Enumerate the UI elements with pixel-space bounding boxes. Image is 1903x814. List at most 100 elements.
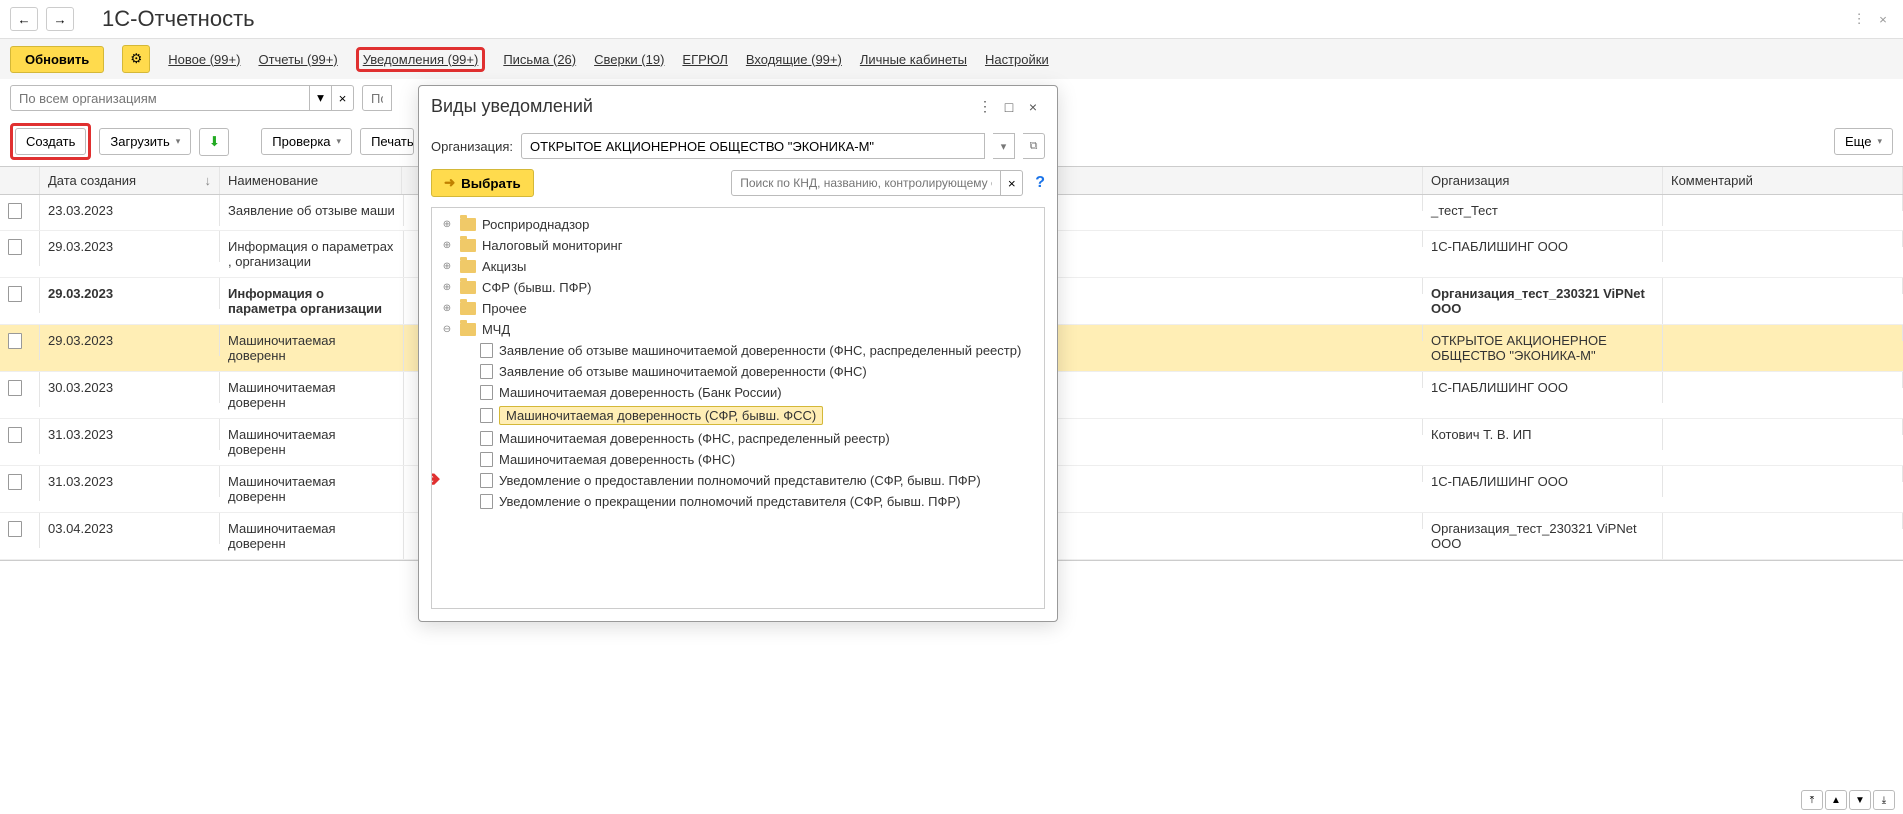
modal-title: Виды уведомлений xyxy=(431,96,973,117)
expand-icon[interactable]: ⊕ xyxy=(440,261,454,272)
scroll-down-icon[interactable]: ▼ xyxy=(1849,790,1871,810)
file-icon xyxy=(480,494,493,509)
file-icon xyxy=(480,364,493,379)
file-icon xyxy=(480,385,493,400)
scroll-up-icon[interactable]: ▲ xyxy=(1825,790,1847,810)
document-icon xyxy=(8,427,22,443)
forward-button[interactable]: → xyxy=(46,7,74,31)
expand-icon[interactable]: ⊕ xyxy=(440,303,454,314)
tree-item-label: Уведомление о предоставлении полномочий … xyxy=(499,473,981,488)
folder-label: МЧД xyxy=(482,322,510,337)
modal-close-icon[interactable]: × xyxy=(1021,97,1045,117)
cell-name: Машиночитаемая доверенн xyxy=(220,513,404,559)
menu-dots-icon[interactable]: ⋮ xyxy=(1849,9,1869,29)
col-org[interactable]: Организация xyxy=(1423,167,1663,194)
org-clear-icon[interactable]: × xyxy=(332,85,354,111)
nav-new[interactable]: Новое (99+) xyxy=(168,48,240,71)
refresh-button[interactable]: Обновить xyxy=(10,46,104,73)
nav-letters[interactable]: Письма (26) xyxy=(503,48,576,71)
tree-folder[interactable]: ⊕Росприроднадзор xyxy=(434,214,1042,235)
tree-item[interactable]: Машиночитаемая доверенность (ФНС) xyxy=(434,449,1042,470)
cell-org: 1С-ПАБЛИШИНГ ООО xyxy=(1423,231,1663,262)
org-label: Организация: xyxy=(431,139,513,154)
file-icon xyxy=(480,473,493,488)
cell-org: _тест_Тест xyxy=(1423,195,1663,226)
col-icon[interactable] xyxy=(0,167,40,194)
tree-folder[interactable]: ⊕ СФР (бывш. ПФР) xyxy=(434,277,1042,298)
org-dropdown-icon[interactable]: ▾ xyxy=(310,85,332,111)
scroll-top-icon[interactable]: ⤒ xyxy=(1801,790,1823,810)
tree-folder[interactable]: ⊕Акцизы xyxy=(434,256,1042,277)
cell-date: 03.04.2023 xyxy=(40,513,220,544)
document-icon xyxy=(8,521,22,537)
tree-search-input[interactable] xyxy=(731,170,1001,196)
org-input[interactable] xyxy=(521,133,985,159)
cell-comment xyxy=(1663,195,1903,211)
tree-item-label: Уведомление о прекращении полномочий пре… xyxy=(499,494,960,509)
main-header: ← → 1C-Отчетность ⋮ × xyxy=(0,0,1903,38)
cell-name: Машиночитаемая доверенн xyxy=(220,325,404,371)
modal-menu-icon[interactable]: ⋮ xyxy=(973,97,997,117)
help-icon[interactable]: ? xyxy=(1035,174,1045,192)
expand-icon[interactable]: ⊕ xyxy=(440,219,454,230)
back-button[interactable]: ← xyxy=(10,7,38,31)
tree[interactable]: ➔ ⊕Росприроднадзор⊕Налоговый мониторинг⊕… xyxy=(431,207,1045,609)
close-window-icon[interactable]: × xyxy=(1873,9,1893,29)
collapse-icon[interactable]: ⊖ xyxy=(440,324,454,335)
tree-item[interactable]: Машиночитаемая доверенность (Банк России… xyxy=(434,382,1042,403)
settings-gear-icon[interactable]: ⚙ xyxy=(122,45,150,73)
folder-icon xyxy=(460,239,476,252)
org-dropdown-btn[interactable]: ▾ xyxy=(993,133,1015,159)
cell-date: 31.03.2023 xyxy=(40,466,220,497)
document-icon xyxy=(8,286,22,302)
tree-item-label: Машиночитаемая доверенность (Банк России… xyxy=(499,385,782,400)
tree-folder[interactable]: ⊕Налоговый мониторинг xyxy=(434,235,1042,256)
org-filter-input[interactable] xyxy=(10,85,310,111)
col-name[interactable]: Наименование xyxy=(220,167,402,194)
more-button[interactable]: Еще xyxy=(1834,128,1893,155)
org-open-btn[interactable]: ⧉ xyxy=(1023,133,1045,159)
tree-item[interactable]: Заявление об отзыве машиночитаемой довер… xyxy=(434,340,1042,361)
nav-cabinets[interactable]: Личные кабинеты xyxy=(860,48,967,71)
tree-folder[interactable]: ⊖ МЧД xyxy=(434,319,1042,340)
cell-org: Организация_тест_230321 ViPNet ООО xyxy=(1423,513,1663,559)
create-button[interactable]: Создать xyxy=(15,128,86,155)
modal-maximize-icon[interactable]: □ xyxy=(997,97,1021,117)
tree-item[interactable]: Машиночитаемая доверенность (СФР, бывш. … xyxy=(434,403,1042,428)
load-button[interactable]: Загрузить xyxy=(99,128,191,155)
file-icon xyxy=(480,452,493,467)
folder-icon xyxy=(460,323,476,336)
nav-egrul[interactable]: ЕГРЮЛ xyxy=(682,48,727,71)
sort-asc-icon: ↓ xyxy=(205,173,212,188)
document-icon xyxy=(8,380,22,396)
tree-item[interactable]: Заявление об отзыве машиночитаемой довер… xyxy=(434,361,1042,382)
tree-item[interactable]: Уведомление о предоставлении полномочий … xyxy=(434,470,1042,491)
cell-date: 29.03.2023 xyxy=(40,278,220,309)
file-icon xyxy=(480,431,493,446)
print-button[interactable]: Печать xyxy=(360,128,414,155)
import-icon[interactable]: ⬇ xyxy=(199,128,229,156)
nav-notifications[interactable]: Уведомления (99+) xyxy=(356,47,486,72)
tree-folder[interactable]: ⊕Прочее xyxy=(434,298,1042,319)
expand-icon[interactable]: ⊕ xyxy=(440,282,454,293)
scroll-bottom-icon[interactable]: ⤓ xyxy=(1873,790,1895,810)
tree-item-label: Заявление об отзыве машиночитаемой довер… xyxy=(499,343,1021,358)
nav-incoming[interactable]: Входящие (99+) xyxy=(746,48,842,71)
nav-settings[interactable]: Настройки xyxy=(985,48,1049,71)
quick-search-input[interactable] xyxy=(362,85,392,111)
folder-icon xyxy=(460,281,476,294)
tree-item[interactable]: Уведомление о прекращении полномочий пре… xyxy=(434,491,1042,512)
select-button[interactable]: ➜Выбрать xyxy=(431,169,534,197)
tree-item-label: Машиночитаемая доверенность (СФР, бывш. … xyxy=(499,406,823,425)
expand-icon[interactable]: ⊕ xyxy=(440,240,454,251)
nav-reports[interactable]: Отчеты (99+) xyxy=(258,48,337,71)
check-button[interactable]: Проверка xyxy=(261,128,352,155)
nav-reconciliations[interactable]: Сверки (19) xyxy=(594,48,664,71)
modal-select-bar: ➜Выбрать × ? xyxy=(431,169,1045,197)
col-comment[interactable]: Комментарий xyxy=(1663,167,1903,194)
col-date[interactable]: Дата создания↓ xyxy=(40,167,220,194)
folder-icon xyxy=(460,260,476,273)
tree-item[interactable]: Машиночитаемая доверенность (ФНС, распре… xyxy=(434,428,1042,449)
tree-search-clear-icon[interactable]: × xyxy=(1001,170,1023,196)
folder-label: СФР (бывш. ПФР) xyxy=(482,280,591,295)
